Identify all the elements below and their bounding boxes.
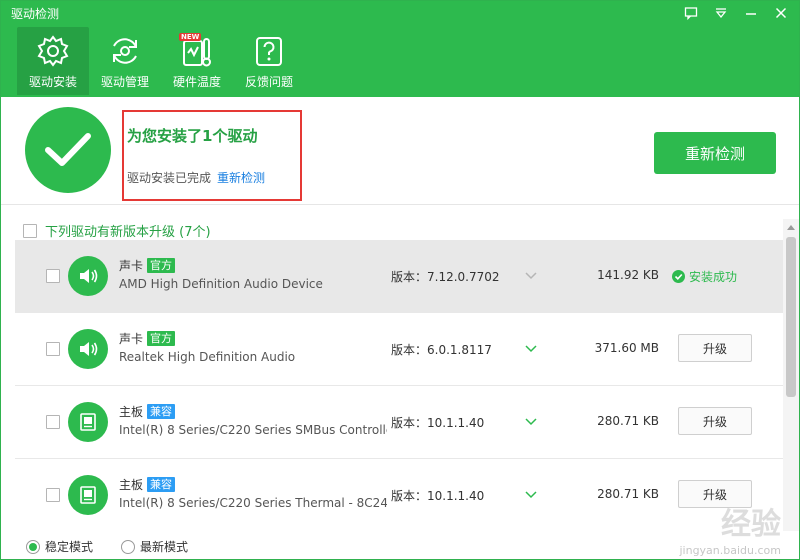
result-title: 为您安装了1个驱动 — [127, 127, 258, 145]
tab-driver-install[interactable]: 驱动安装 — [17, 27, 89, 95]
main-nav: 驱动安装 驱动管理 NEW 硬件温度 反馈问题 — [17, 27, 305, 95]
rescan-button[interactable]: 重新检测 — [654, 132, 776, 174]
tab-label: 反馈问题 — [244, 75, 293, 89]
driver-name: Intel(R) 8 Series/C220 Series SMBus Cont… — [119, 423, 387, 437]
gear-icon — [37, 35, 69, 67]
stable-mode-radio[interactable]: 稳定模式 — [26, 538, 93, 555]
highlight-annotation — [122, 110, 302, 201]
tab-label: 硬件温度 — [172, 75, 221, 89]
driver-size: 280.71 KB — [597, 487, 659, 501]
radio-label: 最新模式 — [140, 540, 189, 554]
category-label: 主板 — [119, 478, 144, 492]
radio-label: 稳定模式 — [45, 540, 94, 554]
chevron-down-icon[interactable] — [523, 340, 539, 356]
upgrade-header: 下列驱动有新版本升级 (7个) — [23, 221, 211, 240]
official-tag: 官方 — [147, 258, 176, 273]
official-tag: 官方 — [147, 331, 176, 346]
status-label: 安装成功 — [689, 270, 738, 284]
latest-mode-radio[interactable]: 最新模式 — [121, 538, 188, 555]
motherboard-icon — [68, 402, 108, 442]
driver-category: 主板 兼容 — [119, 476, 176, 493]
install-status: 安装成功 — [672, 268, 737, 285]
driver-row[interactable]: 主板 兼容 Intel(R) 8 Series/C220 Series SMBu… — [15, 386, 783, 459]
tab-label: 驱动管理 — [100, 75, 149, 89]
compatible-tag: 兼容 — [147, 404, 176, 419]
driver-category: 声卡 官方 — [119, 330, 176, 347]
result-panel: 为您安装了1个驱动 驱动安装已完成 重新检测 重新检测 — [1, 97, 799, 205]
upgrade-button[interactable]: 升级 — [678, 407, 752, 435]
driver-row[interactable]: 声卡 官方 Realtek High Definition Audio 版本：6… — [15, 313, 783, 386]
window-controls — [679, 3, 793, 23]
driver-size: 280.71 KB — [597, 414, 659, 428]
driver-row[interactable]: 声卡 官方 AMD High Definition Audio Device 版… — [15, 240, 783, 313]
minimize-icon[interactable] — [739, 3, 763, 23]
radio-selected-icon — [26, 539, 40, 554]
driver-category: 声卡 官方 — [119, 257, 176, 274]
radio-unselected-icon — [121, 539, 135, 554]
driver-version: 版本：7.12.0.7702 — [391, 270, 500, 284]
driver-list: 声卡 官方 AMD High Definition Audio Device 版… — [15, 240, 783, 530]
row-checkbox[interactable] — [46, 488, 60, 502]
category-label: 声卡 — [119, 259, 144, 273]
driver-name: Realtek High Definition Audio — [119, 350, 296, 364]
watermark-url: jingyan.baidu.com — [679, 544, 781, 557]
category-label: 主板 — [119, 405, 144, 419]
driver-category: 主板 兼容 — [119, 403, 176, 420]
new-badge: NEW — [179, 33, 202, 41]
refresh-icon — [113, 38, 137, 64]
driver-version: 版本：10.1.1.40 — [391, 416, 485, 430]
category-label: 声卡 — [119, 332, 144, 346]
tab-driver-manage[interactable]: 驱动管理 — [89, 27, 161, 95]
driver-version: 版本：6.0.1.8117 — [391, 343, 492, 357]
driver-row[interactable]: 主板 兼容 Intel(R) 8 Series/C220 Series Ther… — [15, 459, 783, 530]
app-window: 驱动检测 驱动安装 驱动管理 NEW 硬件温度 反馈问题 为您安装了1个驱动 驱… — [0, 0, 800, 560]
row-checkbox[interactable] — [46, 342, 60, 356]
row-checkbox[interactable] — [46, 269, 60, 283]
tab-label: 驱动安装 — [28, 75, 77, 89]
result-status-text: 驱动安装已完成 — [127, 171, 212, 185]
driver-size: 141.92 KB — [597, 268, 659, 282]
result-subtitle: 驱动安装已完成 重新检测 — [127, 169, 265, 186]
feedback-icon[interactable] — [679, 3, 703, 23]
scrollbar[interactable] — [783, 219, 799, 531]
chevron-down-icon[interactable] — [523, 486, 539, 502]
speaker-icon — [68, 256, 108, 296]
row-checkbox[interactable] — [46, 415, 60, 429]
upgrade-header-label: 下列驱动有新版本升级 (7个) — [45, 225, 211, 240]
close-icon[interactable] — [769, 3, 793, 23]
watermark-logo: 经验 — [721, 507, 781, 542]
help-icon — [256, 37, 282, 66]
rescan-link[interactable]: 重新检测 — [217, 171, 265, 185]
success-check-icon — [25, 107, 111, 193]
driver-version: 版本：10.1.1.40 — [391, 489, 485, 503]
driver-size: 371.60 MB — [594, 341, 659, 355]
select-all-checkbox[interactable] — [23, 223, 37, 238]
driver-name: AMD High Definition Audio Device — [119, 277, 323, 291]
upgrade-button[interactable]: 升级 — [678, 334, 752, 362]
speaker-icon — [68, 329, 108, 369]
chevron-down-icon[interactable] — [523, 413, 539, 429]
app-title: 驱动检测 — [11, 7, 60, 21]
tab-hardware-temp[interactable]: NEW 硬件温度 — [161, 27, 233, 95]
motherboard-icon — [68, 475, 108, 515]
menu-dropdown-icon[interactable] — [709, 3, 733, 23]
chevron-down-icon[interactable] — [523, 267, 539, 283]
scrollbar-thumb[interactable] — [786, 237, 796, 397]
check-circle-icon — [672, 270, 685, 283]
compatible-tag: 兼容 — [147, 477, 176, 492]
header-bar: 驱动检测 驱动安装 驱动管理 NEW 硬件温度 反馈问题 — [1, 1, 799, 97]
driver-name: Intel(R) 8 Series/C220 Series Thermal - … — [119, 496, 387, 510]
scroll-up-arrow-icon[interactable] — [783, 219, 799, 235]
tab-feedback[interactable]: 反馈问题 — [233, 27, 305, 95]
